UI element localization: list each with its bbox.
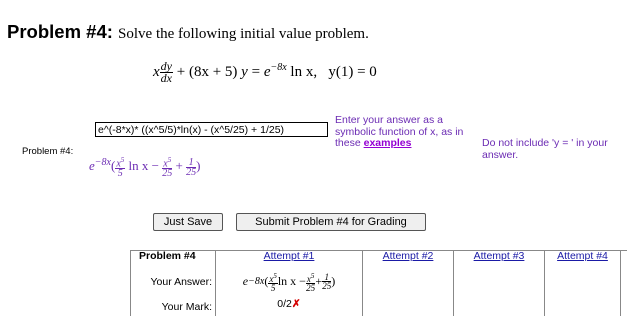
initial-condition: y(1) = 0	[328, 63, 377, 80]
problem-label: Problem #4:	[22, 146, 74, 157]
derivative-fraction: dy dx	[159, 59, 173, 85]
wrong-mark-icon: ✗	[291, 298, 301, 310]
answer-input[interactable]	[95, 122, 328, 137]
answer-hint: Enter your answer as a symbolic function…	[335, 114, 464, 149]
attempt-1-answer: e −8x(x5 5 ln x − x5 25 + 1 25)	[242, 271, 336, 293]
submit-button[interactable]: Submit Problem #4 for Grading	[236, 213, 426, 231]
problem-title: Problem #4:	[7, 21, 113, 42]
attempts-problem-label: Problem #4	[139, 250, 196, 262]
attempt-3-link[interactable]: Attempt #3	[454, 250, 544, 265]
attempt-2-link[interactable]: Attempt #2	[363, 250, 453, 265]
no-y-hint: Do not include 'y = ' in your answer.	[482, 137, 608, 161]
attempt-4-link[interactable]: Attempt #4	[545, 250, 620, 265]
attempt-1-link[interactable]: Attempt #1	[216, 250, 362, 265]
your-mark-label: Your Mark:	[161, 301, 212, 313]
examples-link[interactable]: examples	[364, 137, 412, 149]
answer-preview: e−8x(x5 5 ln x − x5 25 + 1 25)	[89, 156, 201, 180]
your-answer-label: Your Answer:	[150, 275, 212, 288]
just-save-button[interactable]: Just Save	[153, 213, 223, 231]
problem-header: Problem #4: Solve the following initial …	[7, 21, 369, 43]
attempt-1-mark: 0/2✗	[277, 298, 301, 310]
problem-description: Solve the following initial value proble…	[118, 26, 369, 42]
problem-equation: x dy dx + (8x + 5) y = e−8x ln x, y(1) = 0	[153, 59, 377, 85]
attempts-table: Problem #4 Attempt #1 Attempt #2 Attempt…	[130, 250, 621, 316]
